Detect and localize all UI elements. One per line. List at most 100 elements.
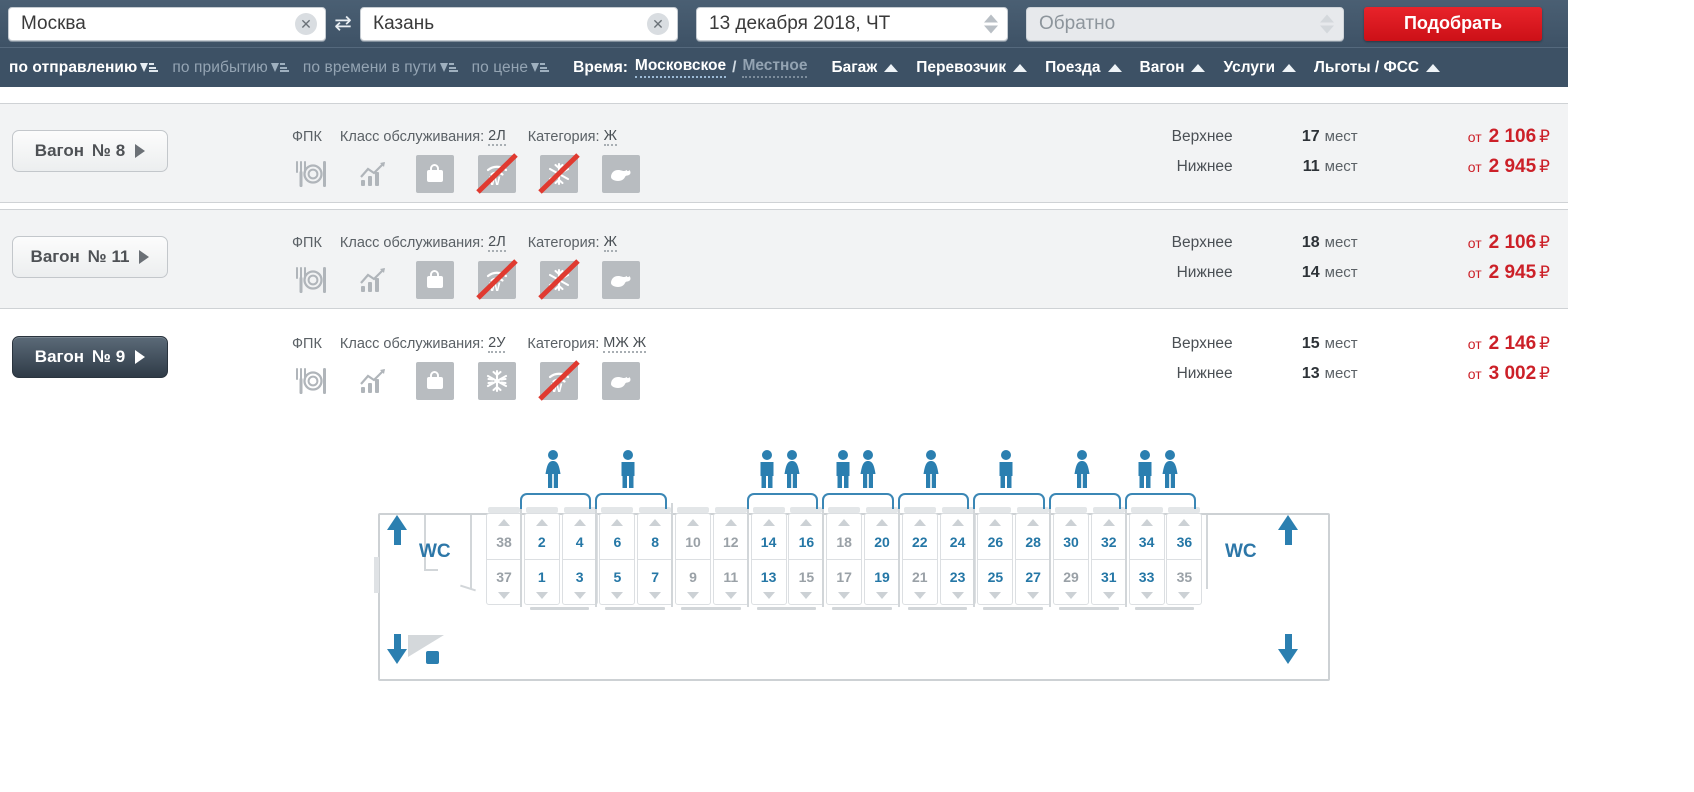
seat-column[interactable]: 26 25 xyxy=(977,513,1014,605)
seat-upper[interactable]: 36 xyxy=(1166,513,1203,559)
seat-column[interactable]: 12 11 xyxy=(712,513,749,605)
seat-upper[interactable]: 12 xyxy=(712,513,749,559)
no-air-conditioning-icon[interactable] xyxy=(538,153,580,194)
time-zone-local[interactable]: Местное xyxy=(742,57,808,78)
chevron-down-icon[interactable] xyxy=(984,25,998,33)
origin-field[interactable]: ✕ xyxy=(8,6,326,41)
seat-upper[interactable]: 22 xyxy=(901,513,938,559)
seat-lower[interactable]: 35 xyxy=(1166,559,1203,605)
seat-column[interactable]: 36 35 xyxy=(1166,513,1203,605)
clear-icon[interactable]: ✕ xyxy=(647,12,669,35)
seat-lower[interactable]: 23 xyxy=(939,559,976,605)
filter-benefits[interactable]: Льготы / ФСС xyxy=(1314,59,1441,77)
seat-lower[interactable]: 9 xyxy=(675,559,711,605)
meal-paid-icon[interactable] xyxy=(292,155,330,193)
date-stepper[interactable] xyxy=(984,14,998,33)
seat-column[interactable]: 65 xyxy=(599,513,636,605)
seat-upper[interactable]: 8 xyxy=(637,513,674,559)
pets-icon[interactable] xyxy=(602,362,640,400)
car-select-button[interactable]: Вагон № 11 xyxy=(12,236,168,278)
filter-baggage[interactable]: Багаж xyxy=(831,59,899,77)
no-wifi-icon[interactable]: W xyxy=(476,259,518,300)
seat-column[interactable]: 22 21 xyxy=(901,513,938,605)
seat-upper[interactable]: 2 xyxy=(523,513,560,559)
seat-lower[interactable]: 7 xyxy=(637,559,674,605)
signal-chart-icon[interactable] xyxy=(354,155,392,193)
seat-lower[interactable]: 19 xyxy=(864,559,900,605)
seat-column[interactable]: 18 17 xyxy=(826,513,863,605)
seat-lower[interactable]: 25 xyxy=(977,559,1014,605)
return-date-stepper[interactable] xyxy=(1320,14,1334,33)
service-class-value[interactable]: 2У xyxy=(488,335,506,353)
car-select-button[interactable]: Вагон № 8 xyxy=(12,130,168,172)
filter-car[interactable]: Вагон xyxy=(1140,59,1206,77)
car-select-button[interactable]: Вагон № 9 xyxy=(12,336,168,378)
seat-upper[interactable]: 26 xyxy=(977,513,1014,559)
no-wifi-icon[interactable]: W xyxy=(476,153,518,194)
sort-by-price[interactable]: по цене xyxy=(472,59,550,77)
air-conditioning-icon[interactable] xyxy=(478,362,516,400)
service-class-value[interactable]: 2Л xyxy=(488,234,506,252)
seat-column[interactable]: 87 xyxy=(637,513,674,605)
signal-chart-icon[interactable] xyxy=(354,362,392,400)
car-seat-map[interactable]: WC WC 38 37 2 1 4 3 6 5 8 7 10 9 12 11 14 13 16 15 18 17 20 1… xyxy=(370,437,1335,687)
seat-lower[interactable]: 31 xyxy=(1090,559,1127,605)
compartment-grid[interactable]: 38 37 2 1 4 3 6 5 8 7 10 9 12 11 14 13 16 15 18 17 20 19 22 21 2… xyxy=(486,437,1206,687)
seat-column[interactable]: 16 15 xyxy=(788,513,825,605)
seat-upper[interactable]: 14 xyxy=(750,513,787,559)
seat-column[interactable]: 10 9 xyxy=(675,513,711,605)
luggage-icon[interactable] xyxy=(416,155,454,193)
luggage-icon[interactable] xyxy=(416,261,454,299)
seat-lower[interactable]: 29 xyxy=(1053,559,1089,605)
seat-lower[interactable]: 3 xyxy=(561,559,598,605)
seat-column[interactable]: 24 23 xyxy=(939,513,976,605)
seat-upper[interactable]: 38 xyxy=(486,513,522,559)
seat-column[interactable]: 28 27 xyxy=(1015,513,1052,605)
seat-upper[interactable]: 6 xyxy=(599,513,636,559)
seat-lower[interactable]: 33 xyxy=(1128,559,1165,605)
seat-upper[interactable]: 4 xyxy=(561,513,598,559)
seat-lower[interactable]: 17 xyxy=(826,559,863,605)
seat-upper[interactable]: 28 xyxy=(1015,513,1052,559)
chevron-up-icon[interactable] xyxy=(984,14,998,22)
time-zone-moscow[interactable]: Московское xyxy=(634,57,727,78)
pets-icon[interactable] xyxy=(602,155,640,193)
seat-column[interactable]: 30 29 xyxy=(1053,513,1089,605)
seat-upper[interactable]: 34 xyxy=(1128,513,1165,559)
search-submit-button[interactable]: Подобрать xyxy=(1364,6,1542,41)
seat-lower[interactable]: 27 xyxy=(1015,559,1052,605)
filter-services[interactable]: Услуги xyxy=(1223,59,1296,77)
seat-upper[interactable]: 18 xyxy=(826,513,863,559)
seat-column[interactable]: 21 xyxy=(523,513,560,605)
seat-upper[interactable]: 16 xyxy=(788,513,825,559)
no-air-conditioning-icon[interactable] xyxy=(538,259,580,300)
seat-column[interactable]: 43 xyxy=(561,513,598,605)
service-class-value[interactable]: 2Л xyxy=(488,128,506,146)
seat-lower[interactable]: 11 xyxy=(712,559,749,605)
category-value[interactable]: МЖ Ж xyxy=(603,335,647,353)
return-date-input[interactable] xyxy=(1027,7,1343,40)
category-value[interactable]: Ж xyxy=(603,128,617,146)
seat-upper[interactable]: 30 xyxy=(1053,513,1089,559)
luggage-icon[interactable] xyxy=(416,362,454,400)
no-wifi-icon[interactable]: W xyxy=(538,360,580,401)
seat-upper[interactable]: 32 xyxy=(1090,513,1127,559)
sort-by-arrival[interactable]: по прибытию xyxy=(172,59,289,77)
seat-upper[interactable]: 10 xyxy=(675,513,711,559)
seat-upper[interactable]: 20 xyxy=(864,513,900,559)
pets-icon[interactable] xyxy=(602,261,640,299)
seat-column[interactable]: 34 33 xyxy=(1128,513,1165,605)
car-row[interactable]: Вагон № 8 ФПК Класс обслуживания: 2Л Кат… xyxy=(0,103,1568,203)
departure-date-field[interactable] xyxy=(696,6,1008,41)
clear-icon[interactable]: ✕ xyxy=(295,12,317,35)
sort-by-duration[interactable]: по времени в пути xyxy=(303,59,458,77)
seat-lower[interactable]: 5 xyxy=(599,559,636,605)
departure-date-input[interactable] xyxy=(697,7,1007,40)
origin-input[interactable] xyxy=(9,7,325,40)
car-row[interactable]: Вагон № 11 ФПК Класс обслуживания: 2Л Ка… xyxy=(0,209,1568,309)
seat-lower[interactable]: 13 xyxy=(750,559,787,605)
seat-lower[interactable]: 15 xyxy=(788,559,825,605)
signal-chart-icon[interactable] xyxy=(354,261,392,299)
seat-upper[interactable]: 24 xyxy=(939,513,976,559)
destination-input[interactable] xyxy=(361,7,677,40)
